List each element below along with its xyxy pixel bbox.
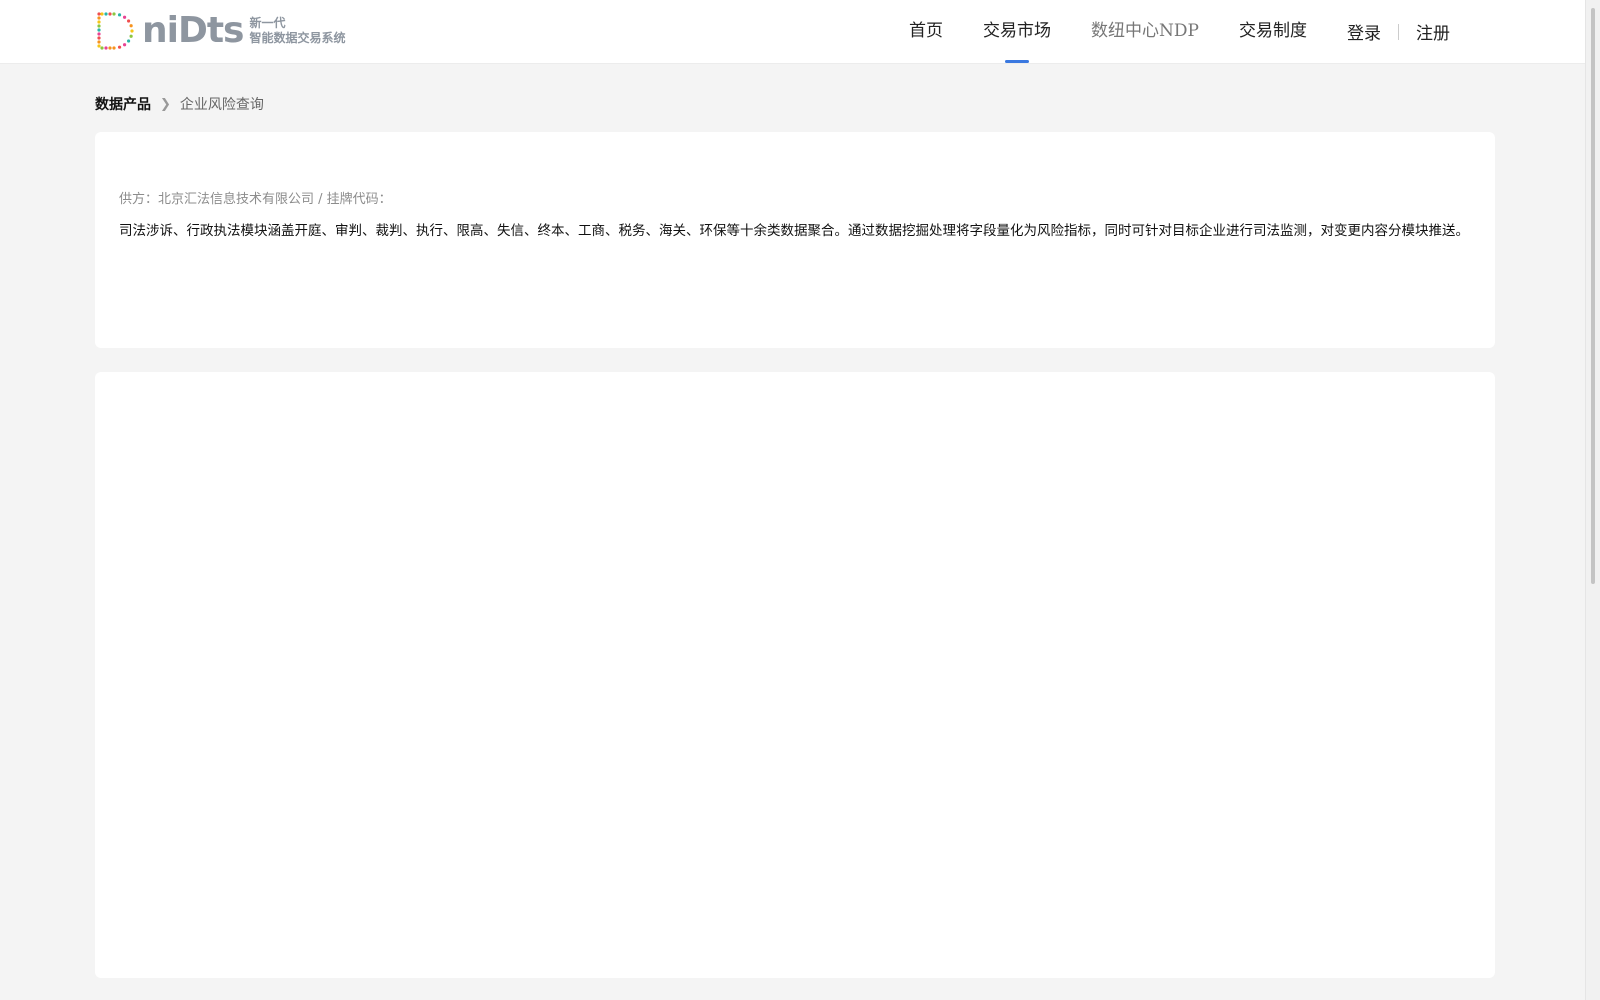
brand-wordmark: niDts	[142, 10, 244, 51]
brand-tagline-line2: 智能数据交易系统	[249, 31, 346, 45]
product-description: 司法涉诉、行政执法模块涵盖开庭、审判、裁判、执行、限高、失信、终本、工商、税务、…	[119, 223, 1469, 239]
brand-tagline: 新一代 智能数据交易系统	[250, 16, 346, 46]
logo-dotted-d-icon	[97, 12, 134, 50]
brand-tagline-line1: 新一代	[249, 16, 286, 30]
product-detail-panel	[95, 372, 1495, 978]
supplier-info: 供方：北京汇法信息技术有限公司 / 挂牌代码：	[119, 192, 392, 207]
nav-item-ndp[interactable]: 数纽中心NDP	[1091, 0, 1199, 63]
chevron-right-icon: ❯	[160, 96, 171, 112]
login-link[interactable]: 登录	[1347, 19, 1381, 44]
top-header: niDts 新一代 智能数据交易系统 首页 交易市场 数纽中心NDP 交易制度 …	[0, 0, 1586, 64]
nav-item-home[interactable]: 首页	[909, 0, 943, 63]
nav-item-rules[interactable]: 交易制度	[1239, 0, 1307, 63]
brand-logo[interactable]: niDts 新一代 智能数据交易系统	[94, 10, 346, 52]
breadcrumb: 数据产品 ❯ 企业风险查询	[95, 94, 264, 114]
auth-links: 登录 注册	[1347, 0, 1450, 63]
nav-item-market[interactable]: 交易市场	[983, 0, 1051, 63]
main-nav: 首页 交易市场 数纽中心NDP 交易制度 登录 注册	[869, 0, 1450, 63]
register-link[interactable]: 注册	[1416, 19, 1450, 44]
product-info-card: 供方：北京汇法信息技术有限公司 / 挂牌代码： 司法涉诉、行政执法模块涵盖开庭、…	[95, 132, 1495, 348]
breadcrumb-root[interactable]: 数据产品	[95, 94, 151, 114]
auth-divider	[1398, 23, 1399, 40]
page-scrollbar[interactable]	[1585, 0, 1600, 1000]
breadcrumb-current: 企业风险查询	[179, 97, 264, 113]
scrollbar-thumb[interactable]	[1591, 8, 1595, 584]
